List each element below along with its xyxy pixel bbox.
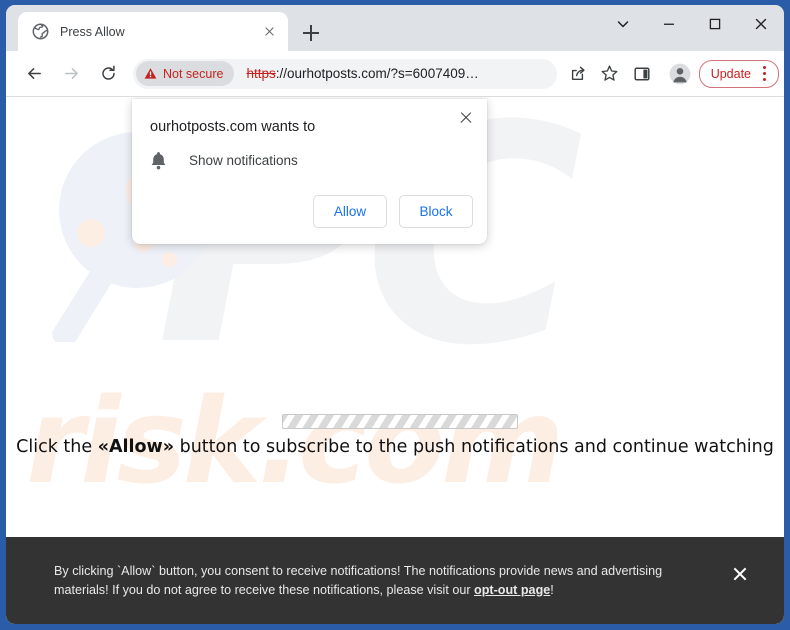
loading-progress-bar	[282, 414, 518, 429]
consent-text-after: !	[550, 582, 554, 597]
consent-banner: By clicking `Allow` button, you consent …	[6, 537, 784, 624]
consent-text-before: By clicking `Allow` button, you consent …	[54, 563, 663, 597]
bookmark-button[interactable]	[595, 59, 625, 89]
forward-arrow-icon	[64, 68, 78, 79]
browser-window: Press Allow Not secure https://ourhotpos…	[0, 0, 790, 630]
warning-triangle-icon	[144, 68, 157, 79]
bell-icon	[151, 152, 166, 170]
browser-toolbar: Not secure https://ourhotposts.com/?s=60…	[6, 51, 784, 97]
security-status-chip[interactable]: Not secure	[136, 61, 235, 86]
reload-button[interactable]	[92, 58, 124, 90]
permission-dialog-close-icon[interactable]	[455, 107, 477, 129]
person-avatar-icon	[669, 63, 691, 84]
close-window-button[interactable]	[738, 5, 784, 43]
tab-search-button[interactable]	[600, 5, 646, 43]
minimize-button[interactable]	[646, 5, 692, 43]
permission-request-label: Show notifications	[189, 153, 298, 168]
globe-icon	[32, 23, 49, 40]
reload-icon	[101, 65, 115, 80]
url-rest: ://ourhotposts.com/?s=6007409…	[275, 66, 479, 81]
url-text: https://ourhotposts.com/?s=6007409…	[246, 66, 556, 81]
side-panel-button[interactable]	[627, 59, 657, 89]
profile-button[interactable]	[665, 59, 695, 89]
opt-out-page-link[interactable]: opt-out page	[474, 583, 550, 597]
back-button[interactable]	[18, 58, 50, 90]
consent-banner-close-icon[interactable]	[720, 554, 760, 594]
update-button[interactable]: Update	[698, 59, 779, 88]
allow-button[interactable]: Allow	[313, 195, 387, 228]
star-icon	[601, 65, 618, 81]
security-status-label: Not secure	[163, 66, 224, 81]
tab-strip: Press Allow	[6, 5, 784, 51]
forward-button[interactable]	[55, 58, 87, 90]
browser-window-inner: Press Allow Not secure https://ourhotpos…	[6, 5, 784, 624]
browser-tab[interactable]: Press Allow	[18, 12, 288, 51]
tab-close-icon[interactable]	[260, 23, 278, 41]
new-tab-button[interactable]	[298, 20, 324, 46]
close-icon	[755, 18, 767, 30]
consent-banner-text: By clicking `Allow` button, you consent …	[54, 562, 706, 600]
permission-dialog-actions: Allow Block	[313, 195, 473, 228]
page-headline: Click the «Allow» button to subscribe to…	[6, 437, 784, 457]
chevron-down-icon	[617, 21, 629, 28]
address-bar[interactable]: Not secure https://ourhotposts.com/?s=60…	[133, 58, 557, 89]
minimize-icon	[664, 23, 674, 25]
share-button[interactable]	[563, 59, 593, 89]
url-scheme: https	[246, 66, 276, 81]
maximize-button[interactable]	[692, 5, 738, 43]
update-button-label: Update	[710, 66, 751, 81]
notification-permission-dialog: ourhotposts.com wants to Show notificati…	[132, 99, 487, 244]
maximize-icon	[709, 18, 721, 30]
kebab-menu-icon[interactable]	[754, 63, 774, 85]
back-arrow-icon	[27, 68, 41, 79]
block-button[interactable]: Block	[399, 195, 473, 228]
window-controls	[600, 5, 784, 43]
side-panel-icon	[634, 66, 650, 81]
share-icon	[571, 66, 585, 80]
permission-request-row: Show notifications	[150, 151, 298, 170]
headline-before: Click the	[16, 437, 98, 457]
headline-allow-emphasis: «Allow»	[97, 437, 175, 457]
permission-dialog-title: ourhotposts.com wants to	[150, 119, 316, 135]
headline-after: button to subscribe to the push notifica…	[174, 437, 774, 457]
tab-title: Press Allow	[60, 24, 125, 39]
page-viewport: PC risk.com Click the «Allow» button to …	[6, 97, 784, 624]
